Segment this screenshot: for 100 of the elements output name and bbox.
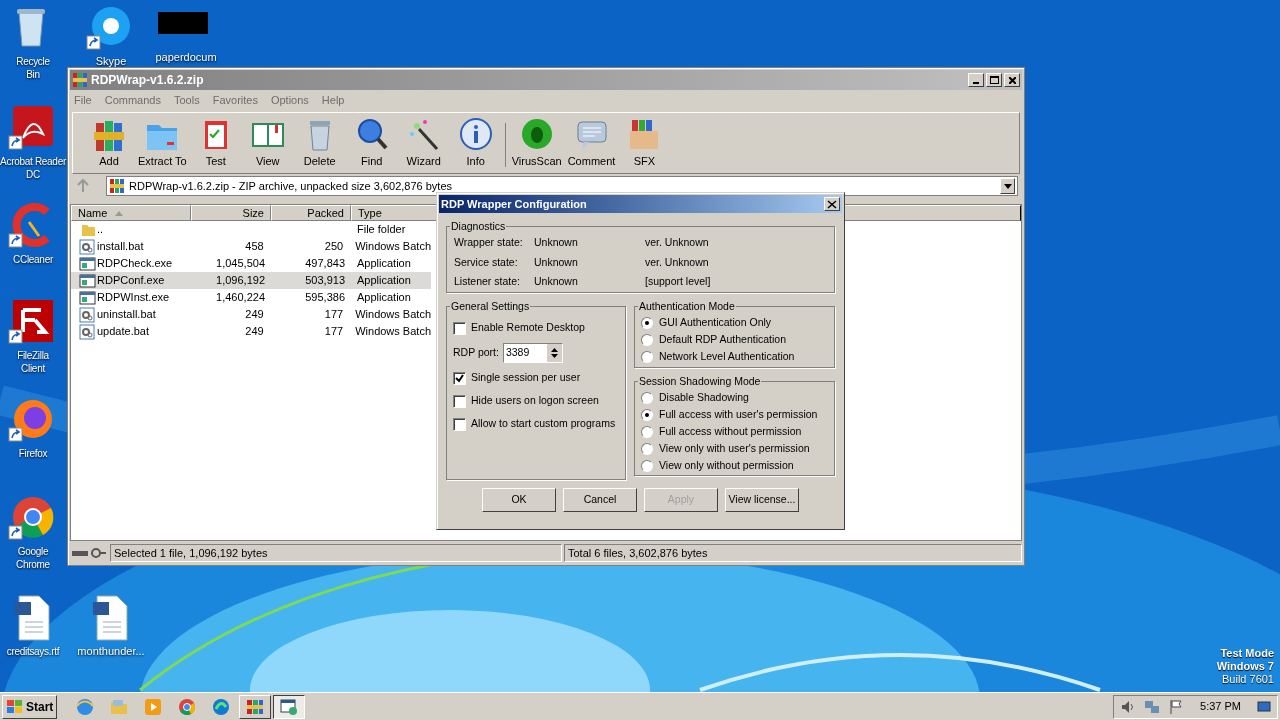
file-type: Application (357, 274, 411, 287)
file-row[interactable]: RDPCheck.exe 1,045,504 497,843 Application (71, 255, 431, 272)
radio-button[interactable] (641, 426, 653, 439)
desktop-icon[interactable] (1257, 699, 1271, 714)
file-name: uninstall.bat (97, 307, 156, 323)
taskbar-button[interactable] (273, 694, 306, 719)
toolbar-button[interactable]: Add (83, 116, 135, 169)
toolbar-button[interactable]: VirusScan (508, 116, 565, 169)
menu-item[interactable]: Tools (174, 91, 200, 109)
file-name: RDPWInst.exe (97, 290, 170, 306)
dialog-button[interactable]: OK (482, 488, 556, 512)
info-icon (458, 116, 493, 151)
toolbar-button[interactable]: View (241, 116, 294, 169)
maximize-button[interactable] (986, 73, 1002, 87)
minimize-icon (973, 82, 979, 84)
toolbar-button[interactable]: Delete (293, 116, 346, 169)
radio-label[interactable]: GUI Authentication Only (659, 315, 772, 332)
icon-label[interactable]: Recycle Bin (16, 55, 50, 81)
group-label: Authentication Mode (638, 299, 736, 314)
close-button[interactable] (1004, 73, 1020, 87)
file-row[interactable]: RDPConf.exe 1,096,192 503,913 Application (71, 272, 431, 289)
field-label: RDP port: (453, 345, 499, 361)
archive-icon (109, 178, 125, 194)
dialog-button[interactable]: Cancel (563, 488, 637, 512)
status-text: Selected 1 file, 1,096,192 bytes (110, 544, 562, 562)
toolbar-button[interactable]: Extract To (135, 116, 190, 169)
icon-label[interactable]: Skype (95, 55, 127, 68)
toolbar-button[interactable]: Test (189, 116, 242, 169)
file-name: update.bat (97, 324, 149, 340)
file-type: Application (357, 291, 411, 304)
flag-icon[interactable] (1168, 698, 1185, 715)
file-type: Application (357, 257, 411, 270)
radio-label[interactable]: Network Level Authentication (659, 349, 795, 366)
icon-label[interactable]: Google Chrome (16, 545, 50, 571)
status-text: Total 6 files, 3,602,876 bytes (564, 544, 1022, 562)
radio-label[interactable]: Default RDP Authentication (659, 332, 787, 349)
spin-buttons[interactable] (546, 344, 562, 363)
radio-button[interactable] (641, 392, 653, 405)
file-row[interactable]: .. File folder (71, 221, 431, 238)
checkbox[interactable] (453, 371, 466, 385)
drive-key-icon (70, 547, 108, 559)
port-spin-field[interactable]: 3389 (502, 343, 563, 364)
menu-item[interactable]: Options (270, 91, 309, 109)
icon-label[interactable]: Acrobat Reader DC (0, 155, 66, 181)
toolbar-button[interactable]: Info (449, 116, 502, 169)
minimize-button[interactable] (968, 73, 984, 87)
toolbar-button[interactable]: SFX (618, 116, 671, 169)
checkbox-label[interactable]: Hide users on logon screen (471, 393, 599, 410)
checkbox[interactable] (453, 394, 466, 408)
file-name: .. (97, 222, 104, 238)
icon-label[interactable]: monthunder... (77, 645, 145, 658)
radio-label[interactable]: View only with user's permission (659, 441, 810, 458)
checkbox-label[interactable]: Allow to start custom programs (471, 416, 616, 433)
file-row[interactable]: RDPWInst.exe 1,460,224 595,386 Application (71, 289, 431, 306)
window-icon (79, 272, 96, 289)
radio-button[interactable] (641, 317, 653, 330)
column-header[interactable]: Packed (271, 205, 351, 221)
icon-label[interactable]: paperdocum (155, 51, 217, 64)
globe-icon (75, 696, 96, 717)
field-value: ver. Unknown (645, 254, 710, 270)
radio-label[interactable]: Full access with user's permission (659, 407, 818, 424)
checkbox-label[interactable]: Single session per user (471, 370, 581, 387)
checkbox[interactable] (453, 417, 466, 431)
file-row[interactable]: update.bat 249 177 Windows Batch (71, 323, 431, 340)
radio-label[interactable]: Disable Shadowing (659, 390, 749, 407)
gears-icon (79, 323, 96, 340)
file-row[interactable]: uninstall.bat 249 177 Windows Batch (71, 306, 431, 323)
radio-label[interactable]: Full access without permission (659, 424, 802, 441)
dropdown-button[interactable] (1000, 178, 1015, 194)
menu-item[interactable]: Favorites (212, 91, 258, 109)
toolbar-button[interactable]: Wizard (397, 116, 450, 169)
start-button[interactable]: Start (2, 694, 58, 719)
column-header[interactable]: Size (191, 205, 271, 221)
toolbar-button[interactable]: Comment (564, 116, 619, 169)
icon-label[interactable]: FileZilla Client (17, 349, 49, 375)
icon-label[interactable]: Firefox (18, 447, 48, 460)
checkbox-label[interactable]: Enable Remote Desktop (471, 320, 585, 337)
radio-button[interactable] (641, 351, 653, 364)
window-icon (79, 255, 96, 272)
toolbar-button[interactable]: Find (345, 116, 398, 169)
column-header[interactable]: Name (71, 205, 191, 221)
icon-label[interactable]: creditsays.rtf (6, 645, 60, 658)
icon-label[interactable]: CCleaner (13, 253, 53, 266)
system-label: Test Mode (1220, 647, 1274, 660)
address-field[interactable]: RDPWrap-v1.6.2.zip - ZIP archive, unpacked size 3,602,876 bytes (106, 176, 1018, 196)
packed-size: 497,843 (305, 256, 345, 272)
radio-button[interactable] (641, 443, 653, 456)
radio-button[interactable] (641, 334, 653, 347)
close-button[interactable] (824, 197, 840, 211)
system-label: Build 7601 (1222, 673, 1274, 686)
dialog-button[interactable]: View license... (725, 488, 799, 512)
close-icon (1008, 76, 1016, 84)
radio-button[interactable] (641, 460, 653, 473)
radio-button[interactable] (641, 409, 653, 422)
checkbox[interactable] (453, 321, 466, 335)
group-label: Session Shadowing Mode (638, 374, 762, 389)
radio-label[interactable]: View only without permission (659, 458, 794, 475)
file-size: 458 (245, 239, 264, 255)
menu-item[interactable]: Commands (104, 91, 161, 109)
file-row[interactable]: install.bat 458 250 Windows Batch (71, 238, 431, 255)
